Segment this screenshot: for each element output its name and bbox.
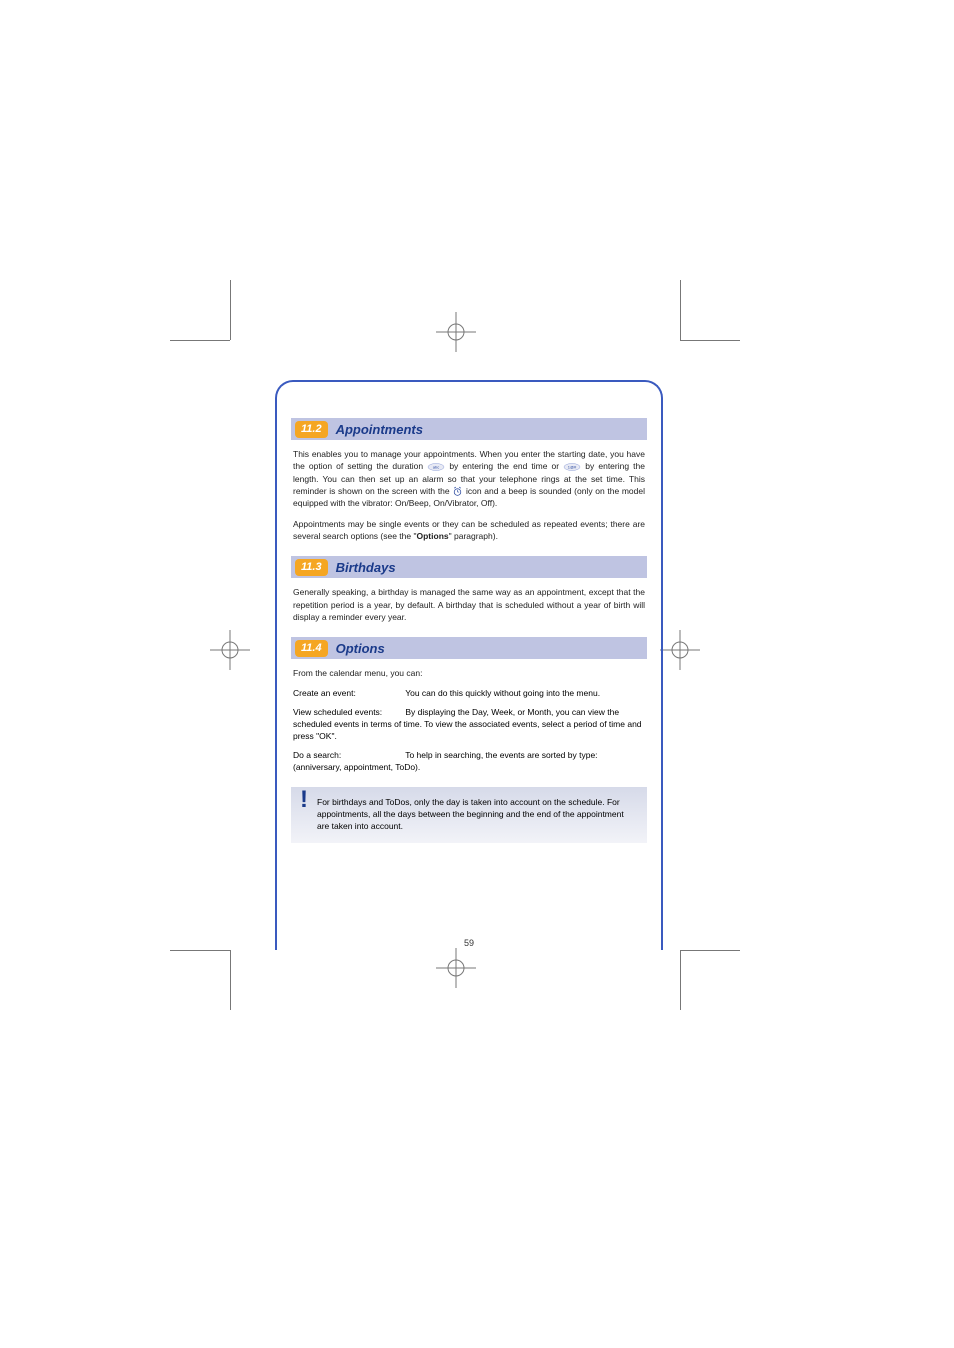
- section-header-options: 11.4 Options: [291, 637, 647, 659]
- registration-mark: [660, 630, 700, 670]
- crop-mark: [680, 280, 681, 340]
- section-header-birthdays: 11.3 Birthdays: [291, 556, 647, 578]
- section-title: Appointments: [336, 422, 423, 437]
- svg-text:abc: abc: [433, 465, 439, 470]
- crop-mark: [680, 340, 740, 341]
- definition-view: View scheduled events: By displaying the…: [293, 706, 645, 743]
- key-icon: 1@#: [563, 462, 581, 472]
- section-title: Options: [336, 641, 385, 656]
- section-header-appointments: 11.2 Appointments: [291, 418, 647, 440]
- note-icon: !: [297, 793, 311, 819]
- note-text: For birthdays and ToDos, only the day is…: [317, 797, 624, 831]
- section-number: 11.2: [295, 421, 328, 438]
- registration-mark: [210, 630, 250, 670]
- crop-mark: [230, 280, 231, 340]
- note-box: ! For birthdays and ToDos, only the day …: [291, 787, 647, 843]
- key-icon: abc: [427, 462, 445, 472]
- svg-text:1@#: 1@#: [568, 465, 577, 470]
- page-number: 59: [464, 938, 474, 948]
- section-paragraph: Appointments may be single events or the…: [293, 518, 645, 543]
- section-paragraph: Generally speaking, a birthday is manage…: [293, 586, 645, 623]
- section-paragraph: From the calendar menu, you can:: [293, 667, 645, 679]
- crop-mark: [230, 950, 231, 1010]
- section-paragraph: This enables you to manage your appointm…: [293, 448, 645, 510]
- section-title: Birthdays: [336, 560, 396, 575]
- definition-search: Do a search: To help in searching, the e…: [293, 749, 645, 774]
- definition-create: Create an event: You can do this quickly…: [293, 687, 645, 699]
- alarm-icon: [452, 486, 463, 497]
- crop-mark: [680, 950, 740, 951]
- section-number: 11.3: [295, 559, 328, 576]
- registration-mark: [436, 312, 476, 352]
- manual-page: 11.2 Appointments This enables you to ma…: [275, 380, 663, 950]
- registration-mark: [436, 948, 476, 988]
- crop-mark: [170, 950, 230, 951]
- crop-mark: [170, 340, 230, 341]
- crop-mark: [680, 950, 681, 1010]
- section-number: 11.4: [295, 640, 328, 657]
